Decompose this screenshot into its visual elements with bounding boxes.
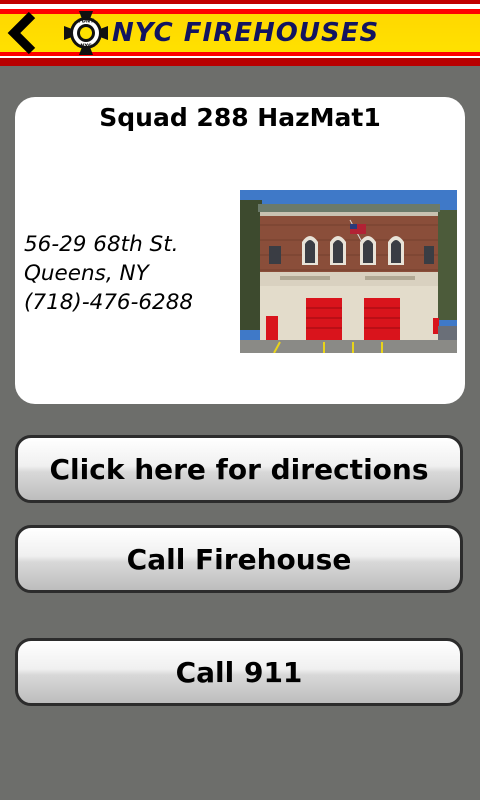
phone-number: (718)-476-6288 [24, 290, 194, 315]
call-911-button[interactable]: Call 911 [15, 638, 463, 706]
back-button[interactable] [4, 10, 44, 56]
station-address: 56-29 68th St. Queens, NY (718)-476-6288 [24, 230, 193, 317]
fdny-badge-icon: FDNY NYC [62, 9, 110, 57]
logo-text-bottom: NYC [80, 44, 92, 50]
station-name: Squad 288 HazMat1 [99, 103, 381, 132]
address-street: 56-29 68th St. [24, 232, 179, 257]
directions-button[interactable]: Click here for directions [15, 435, 463, 503]
app-header: FDNY NYC NYC FIREHOUSES [0, 0, 480, 66]
call-firehouse-button[interactable]: Call Firehouse [15, 525, 463, 593]
firehouse-photo [240, 190, 457, 353]
app-title: NYC FIREHOUSES [112, 18, 380, 48]
address-city: Queens, NY [24, 261, 149, 286]
station-info-card: Squad 288 HazMat1 56-29 68th St. Queens,… [15, 97, 465, 404]
logo-text-top: FDNY [78, 19, 94, 25]
chevron-left-icon [7, 11, 36, 55]
